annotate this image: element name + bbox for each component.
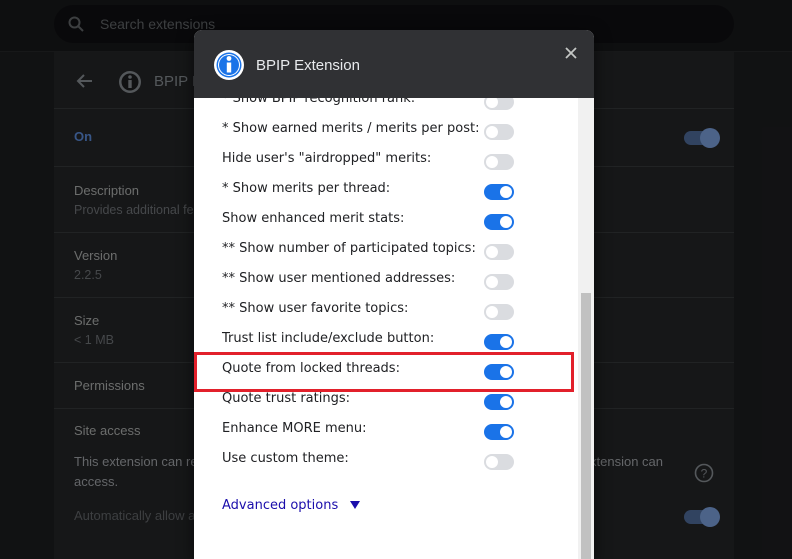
option-row: Quote trust ratings: <box>222 386 552 416</box>
option-label: ** Show user favorite topics: <box>222 301 409 316</box>
option-toggle[interactable] <box>484 274 514 290</box>
option-toggle[interactable] <box>484 334 514 350</box>
option-toggle[interactable] <box>484 424 514 440</box>
option-row: Use custom theme: <box>222 446 552 476</box>
option-row: Trust list include/exclude button: <box>222 326 552 356</box>
option-label: Enhance MORE menu: <box>222 421 367 436</box>
option-toggle[interactable] <box>484 154 514 170</box>
option-toggle[interactable] <box>484 244 514 260</box>
options-list: Use custom theme: Enhance MORE menu: Quote… <box>194 98 578 559</box>
option-label: Use custom theme: <box>222 451 349 466</box>
option-label: * Show earned merits / merits per post: <box>222 121 480 136</box>
dialog-title: BPIP Extension <box>256 57 360 74</box>
option-row: Enhance MORE menu: <box>222 416 552 446</box>
option-toggle[interactable] <box>484 454 514 470</box>
option-toggle[interactable] <box>484 364 514 380</box>
option-row: ** Show user favorite topics: <box>222 296 552 326</box>
option-row: ** Show number of participated topics: <box>222 236 552 266</box>
scrollbar-thumb[interactable] <box>581 293 591 559</box>
close-icon[interactable] <box>560 42 582 64</box>
option-toggle[interactable] <box>484 214 514 230</box>
option-label: Show enhanced merit stats: <box>222 211 405 226</box>
option-toggle[interactable] <box>484 394 514 410</box>
scrollbar[interactable] <box>578 98 594 559</box>
option-label: Trust list include/exclude button: <box>222 331 435 346</box>
option-row: Quote from locked threads: <box>222 356 552 386</box>
option-label: ** Show user mentioned addresses: <box>222 271 456 286</box>
option-row: * Show merits per thread: <box>222 176 552 206</box>
triangle-down-icon[interactable] <box>350 500 360 510</box>
bpip-logo-icon <box>214 50 244 80</box>
option-row: Hide user's "airdropped" merits: <box>222 146 552 176</box>
extension-options-dialog: BPIP Extension Use custom theme: Enhance … <box>194 30 594 559</box>
option-row: * Show earned merits / merits per post: <box>222 116 552 146</box>
option-label: Hide user's "airdropped" merits: <box>222 151 432 166</box>
dialog-header: BPIP Extension <box>194 30 594 98</box>
option-toggle[interactable] <box>484 98 514 110</box>
option-label: Quote from locked threads: <box>222 361 400 376</box>
advanced-options-link[interactable]: Advanced options <box>222 498 338 513</box>
option-row: ** Show user mentioned addresses: <box>222 266 552 296</box>
option-toggle[interactable] <box>484 124 514 140</box>
option-label: * Show merits per thread: <box>222 181 391 196</box>
option-label: Quote trust ratings: <box>222 391 351 406</box>
option-toggle[interactable] <box>484 184 514 200</box>
option-toggle[interactable] <box>484 304 514 320</box>
option-row: Show enhanced merit stats: <box>222 206 552 236</box>
option-label: ** Show number of participated topics: <box>222 241 476 256</box>
option-label: * Show BPIP recognition rank: <box>222 98 416 106</box>
option-row: * Show BPIP recognition rank: <box>222 98 552 116</box>
